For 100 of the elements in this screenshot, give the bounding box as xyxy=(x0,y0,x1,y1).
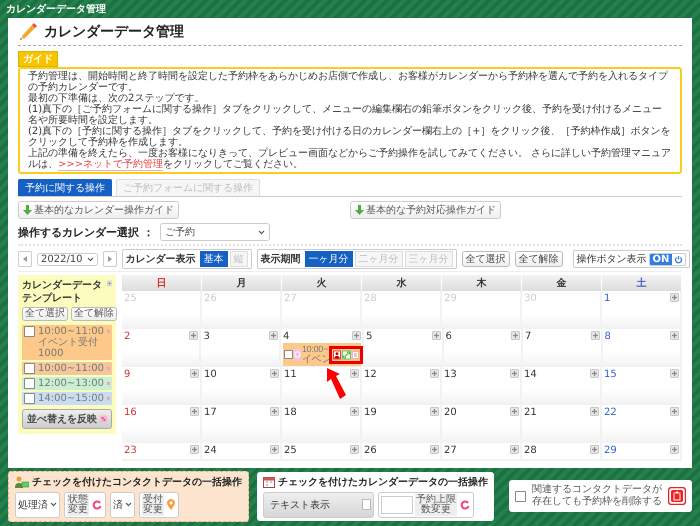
power-icon xyxy=(674,254,684,264)
day-number: 19 xyxy=(364,407,377,418)
day-cell[interactable]: 23 xyxy=(122,443,202,461)
plus-icon[interactable] xyxy=(270,445,279,454)
checkbox[interactable] xyxy=(24,378,35,389)
plus-icon[interactable] xyxy=(430,369,439,378)
day-number: 25 xyxy=(284,445,297,456)
day-cell[interactable]: 21 xyxy=(522,405,602,443)
manual-link[interactable]: >>>ネットで予約管理 xyxy=(58,159,164,171)
day-cell[interactable]: 16 xyxy=(122,405,202,443)
reception-change-button[interactable]: 受付変更 xyxy=(139,492,179,518)
day-cell[interactable]: 13 xyxy=(442,367,522,405)
plus-icon[interactable] xyxy=(350,369,359,378)
plus-icon[interactable] xyxy=(511,331,520,340)
plus-icon[interactable] xyxy=(270,407,279,416)
plus-icon[interactable] xyxy=(670,369,679,378)
day-cell[interactable]: 20 xyxy=(442,405,522,443)
checkbox[interactable] xyxy=(24,326,35,337)
plus-icon[interactable] xyxy=(106,279,112,288)
person-icon[interactable] xyxy=(333,350,342,360)
plus-icon[interactable] xyxy=(189,331,198,340)
plus-icon[interactable] xyxy=(432,331,441,340)
plus-icon[interactable] xyxy=(670,445,679,454)
plus-icon[interactable] xyxy=(510,445,519,454)
day-cell[interactable]: 14 xyxy=(522,367,602,405)
select-button[interactable]: 全て解除 xyxy=(514,251,563,267)
day-cell[interactable]: 17 xyxy=(202,405,282,443)
plus-icon[interactable] xyxy=(352,331,362,340)
plus-icon[interactable] xyxy=(590,407,599,416)
day-cell[interactable]: 26 xyxy=(362,443,442,461)
checkbox[interactable] xyxy=(515,490,526,502)
day-cell[interactable]: 29 xyxy=(602,443,682,461)
plus-icon[interactable] xyxy=(670,331,679,340)
link-icon[interactable] xyxy=(342,350,352,360)
plus-icon[interactable] xyxy=(268,331,278,340)
plus-icon[interactable] xyxy=(670,407,679,416)
day-cell[interactable]: 1 xyxy=(602,291,682,329)
day-cell[interactable]: 25 xyxy=(282,443,362,461)
day-cell[interactable]: 19 xyxy=(362,405,442,443)
weekday-header: 水 xyxy=(362,275,442,291)
plus-icon[interactable] xyxy=(430,445,439,454)
apply-order-button[interactable]: 並べ替えを反映 xyxy=(22,409,112,429)
day-cell[interactable]: 27 xyxy=(442,443,522,461)
caret-icon xyxy=(125,502,132,507)
plus-icon[interactable] xyxy=(430,407,439,416)
day-cell[interactable]: 2 xyxy=(122,329,202,367)
day-cell[interactable]: 9 xyxy=(122,367,202,405)
plus-icon[interactable] xyxy=(510,369,519,378)
plus-icon[interactable] xyxy=(190,369,199,378)
calendar-select[interactable]: ご予約 xyxy=(160,223,270,241)
month-select[interactable]: 2022/10 xyxy=(37,252,98,266)
display-period-option[interactable]: 一ヶ月分 xyxy=(304,251,353,267)
toggle-switch[interactable]: ON xyxy=(648,252,686,266)
limit-change-control[interactable]: 予約上限数変更 xyxy=(378,492,474,518)
day-cell[interactable]: 3 xyxy=(201,329,281,367)
day-cell[interactable]: 5 xyxy=(364,329,444,367)
day-cell[interactable]: 8 xyxy=(602,329,682,367)
day-number: 7 xyxy=(525,331,532,342)
select-button[interactable]: 全て選択 xyxy=(462,251,510,267)
plus-icon[interactable] xyxy=(350,445,359,454)
checkbox[interactable] xyxy=(24,393,35,404)
text-display-button[interactable]: テキスト表示 xyxy=(263,492,374,518)
day-cell[interactable]: 6 xyxy=(444,329,524,367)
guide-button[interactable]: 基本的な予約対応操作ガイド xyxy=(350,201,501,219)
plus-icon[interactable] xyxy=(590,445,599,454)
day-cell[interactable]: 7 xyxy=(523,329,603,367)
plus-icon[interactable] xyxy=(270,369,279,378)
guide-button[interactable]: 基本的なカレンダー操作ガイド xyxy=(18,201,179,219)
previous-month-button[interactable] xyxy=(18,251,32,267)
template-item[interactable]: 12:00~13:00 xyxy=(22,377,112,390)
plus-icon[interactable] xyxy=(590,369,599,378)
plus-icon[interactable] xyxy=(670,293,679,302)
plus-icon[interactable] xyxy=(510,407,519,416)
plus-icon[interactable] xyxy=(590,331,600,340)
tab[interactable]: 予約に関する操作 xyxy=(18,179,112,196)
day-cell[interactable]: 18 xyxy=(282,405,362,443)
day-cell[interactable]: 15 xyxy=(602,367,682,405)
status-change-button[interactable]: 状態変更 xyxy=(64,492,106,518)
checkbox[interactable] xyxy=(24,363,35,374)
plus-icon[interactable] xyxy=(350,407,359,416)
reception-select[interactable]: 済 xyxy=(110,492,135,518)
copy-icon[interactable] xyxy=(352,350,360,360)
checkbox[interactable] xyxy=(284,350,293,359)
display-mode-option[interactable]: 基本 xyxy=(200,251,228,267)
select-button[interactable]: 全て選択 xyxy=(22,307,68,321)
download-arrow-icon xyxy=(23,205,32,215)
status-select[interactable]: 処理済 xyxy=(15,492,60,518)
day-cell[interactable]: 10 xyxy=(202,367,282,405)
calendar-select-label: 操作するカレンダー選択 ： xyxy=(18,224,154,240)
day-cell[interactable]: 12 xyxy=(362,367,442,405)
select-button[interactable]: 全て解除 xyxy=(71,307,117,321)
plus-icon[interactable] xyxy=(190,445,199,454)
day-cell[interactable]: 28 xyxy=(522,443,602,461)
day-cell[interactable]: 24 xyxy=(202,443,282,461)
next-month-button[interactable] xyxy=(102,251,117,267)
day-cell[interactable]: 22 xyxy=(602,405,682,443)
circle-icon xyxy=(294,351,301,358)
plus-icon[interactable] xyxy=(190,407,199,416)
day-cell[interactable]: 11 xyxy=(282,367,362,405)
trash-icon[interactable] xyxy=(668,487,686,505)
